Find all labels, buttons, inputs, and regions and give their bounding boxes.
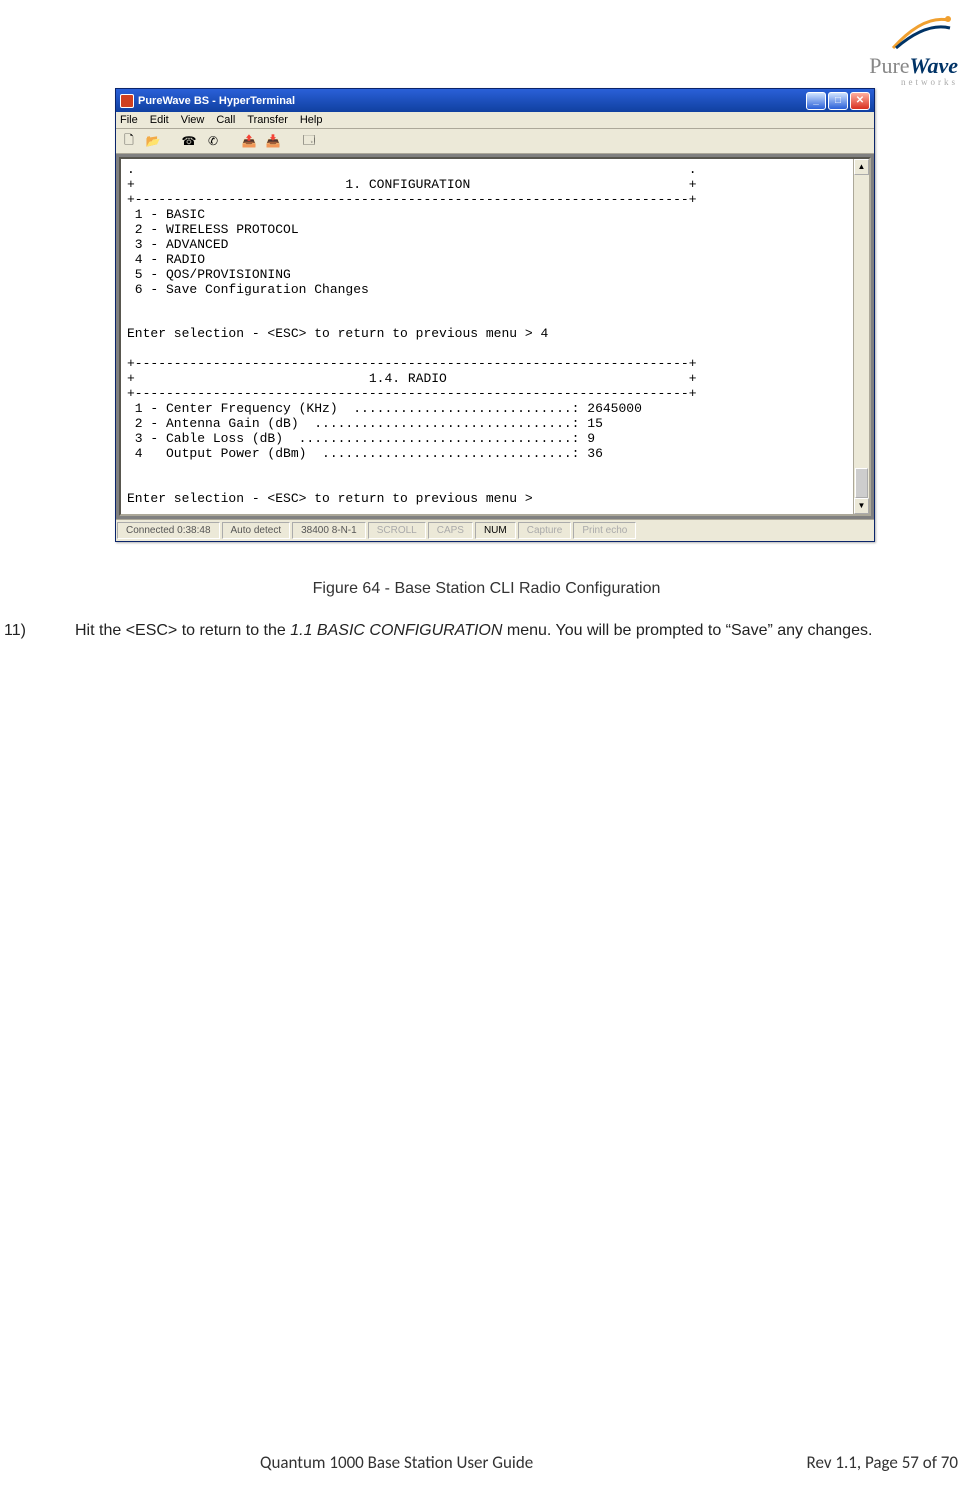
status-capture: Capture: [518, 522, 572, 539]
step-text-italic: 1.1 BASIC CONFIGURATION: [290, 622, 502, 639]
vertical-scrollbar[interactable]: ▲ ▼: [853, 159, 869, 514]
send-icon[interactable]: 📤: [240, 132, 258, 150]
logo-swoosh-icon: [888, 10, 958, 50]
menu-view[interactable]: View: [181, 114, 205, 126]
status-num: NUM: [475, 522, 516, 539]
app-icon: [120, 94, 134, 108]
titlebar[interactable]: PureWave BS - HyperTerminal _ □ ✕: [116, 89, 874, 112]
scroll-track[interactable]: [854, 175, 869, 498]
scroll-up-icon[interactable]: ▲: [854, 159, 869, 175]
properties-icon[interactable]: 🗔: [300, 132, 318, 150]
step-11: 11) Hit the <ESC> to return to the 1.1 B…: [0, 620, 960, 642]
status-connected: Connected 0:38:48: [117, 522, 220, 539]
menu-edit[interactable]: Edit: [150, 114, 169, 126]
logo-subtext: networks: [869, 77, 958, 87]
content-area: . . + 1. CONFIGURATION + +--------------…: [116, 154, 874, 519]
figure-caption: Figure 64 - Base Station CLI Radio Confi…: [0, 580, 973, 598]
menu-help[interactable]: Help: [300, 114, 323, 126]
new-icon[interactable]: 🗋: [120, 132, 138, 150]
status-printecho: Print echo: [573, 522, 636, 539]
step-number: 11): [0, 620, 75, 642]
scroll-thumb[interactable]: [855, 468, 868, 498]
logo-text-wave: Wave: [910, 53, 958, 78]
minimize-button[interactable]: _: [806, 92, 826, 110]
menu-transfer[interactable]: Transfer: [247, 114, 288, 126]
status-scroll: SCROLL: [368, 522, 426, 539]
toolbar: 🗋 📂 ☎ ✆ 📤 📥 🗔: [116, 129, 874, 154]
step-text-pre: Hit the <ESC> to return to the: [75, 622, 290, 639]
status-caps: CAPS: [428, 522, 473, 539]
terminal-output[interactable]: . . + 1. CONFIGURATION + +--------------…: [121, 159, 853, 514]
menu-file[interactable]: File: [120, 114, 138, 126]
scroll-down-icon[interactable]: ▼: [854, 498, 869, 514]
status-autodetect: Auto detect: [222, 522, 291, 539]
hyperterminal-window: PureWave BS - HyperTerminal _ □ ✕ File E…: [115, 88, 875, 542]
page-footer: Quantum 1000 Base Station User Guide Rev…: [0, 1452, 973, 1473]
step-text: Hit the <ESC> to return to the 1.1 BASIC…: [75, 620, 960, 642]
maximize-button[interactable]: □: [828, 92, 848, 110]
footer-pageinfo: Rev 1.1, Page 57 of 70: [807, 1452, 958, 1473]
footer-title: Quantum 1000 Base Station User Guide: [260, 1452, 533, 1473]
open-icon[interactable]: 📂: [144, 132, 162, 150]
status-baud: 38400 8-N-1: [292, 522, 366, 539]
menu-call[interactable]: Call: [216, 114, 235, 126]
window-title: PureWave BS - HyperTerminal: [138, 95, 804, 107]
receive-icon[interactable]: 📥: [264, 132, 282, 150]
brand-logo: PureWave networks: [869, 10, 958, 87]
close-button[interactable]: ✕: [850, 92, 870, 110]
logo-text-pure: Pure: [869, 53, 909, 78]
statusbar: Connected 0:38:48 Auto detect 38400 8-N-…: [116, 519, 874, 541]
call-icon[interactable]: ☎: [180, 132, 198, 150]
step-text-post: menu. You will be prompted to “Save” any…: [502, 622, 872, 639]
disconnect-icon[interactable]: ✆: [204, 132, 222, 150]
menubar: File Edit View Call Transfer Help: [116, 112, 874, 129]
terminal-panel: . . + 1. CONFIGURATION + +--------------…: [119, 157, 871, 516]
